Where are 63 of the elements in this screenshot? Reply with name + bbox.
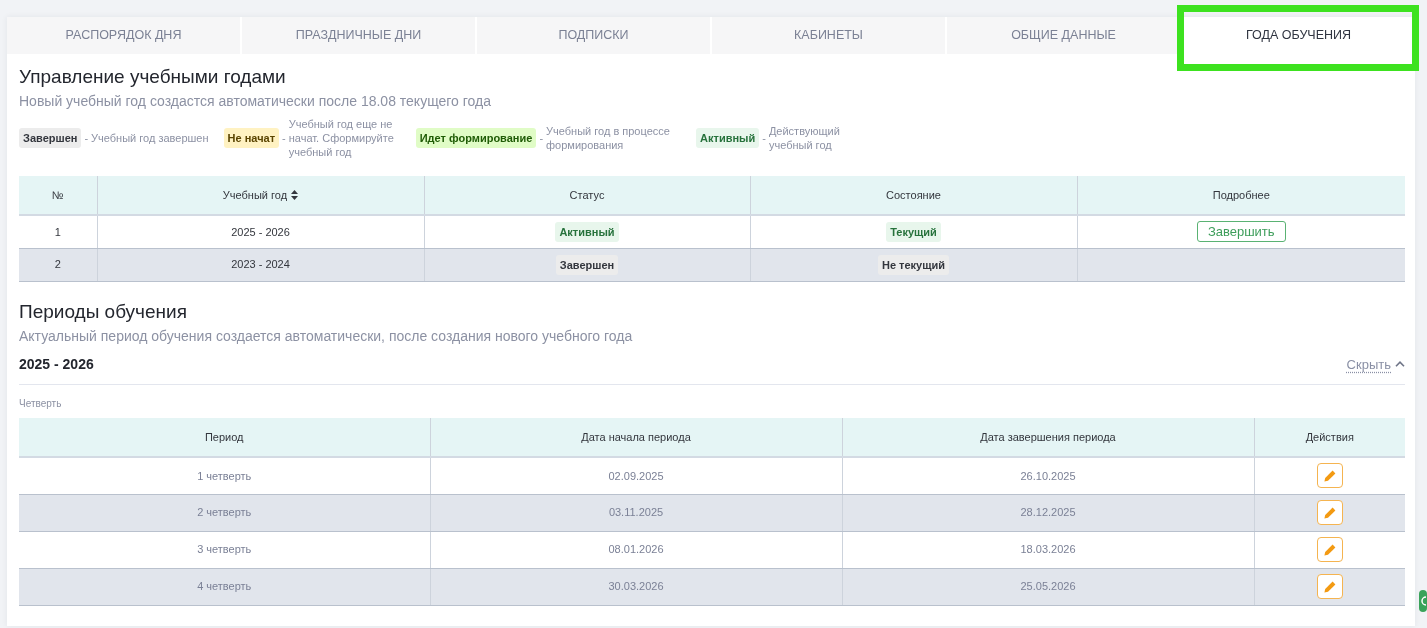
table-cell: 08.01.2026 xyxy=(430,531,842,568)
table-cell: 2025 - 2026 xyxy=(97,215,424,248)
status-tag: Не текущий xyxy=(877,254,950,275)
legend-dash: - xyxy=(282,131,286,145)
legend-dash: - xyxy=(762,131,766,145)
edit-button[interactable] xyxy=(1316,537,1343,562)
status-tag: Идет формирование xyxy=(415,128,537,148)
column-header: Состояние xyxy=(750,176,1077,215)
edit-button[interactable] xyxy=(1316,463,1343,489)
table-cell: 2 четверть xyxy=(19,494,430,531)
tab[interactable]: ОБЩИЕ ДАННЫЕ xyxy=(947,17,1180,54)
table-cell: 1 xyxy=(19,215,97,248)
column-header: Дата начала периода xyxy=(430,418,842,457)
tab[interactable]: КАБИНЕТЫ xyxy=(712,17,945,54)
pencil-icon xyxy=(1323,506,1336,519)
section-title: Управление учебными годами xyxy=(19,65,287,89)
status-tag: Завершен xyxy=(19,128,82,148)
year-heading: 2025 - 2026 xyxy=(19,355,94,374)
table-cell: 2 xyxy=(19,248,97,281)
pencil-icon xyxy=(1323,580,1336,593)
tab[interactable]: ПОДПИСКИ xyxy=(477,17,710,54)
column-header: № xyxy=(19,176,97,215)
table-cell: 03.11.2025 xyxy=(430,494,842,531)
table-cell: 02.09.2025 xyxy=(430,457,842,494)
edit-button[interactable] xyxy=(1316,574,1343,599)
legend-description: Учебный год в процессе формирования xyxy=(546,124,671,152)
section-subtitle: Новый учебный год создастся автоматически после 18.08 текущего года xyxy=(19,92,492,110)
side-widget-icon[interactable] xyxy=(1419,590,1427,612)
pencil-icon xyxy=(1323,543,1336,556)
status-tag: Текущий xyxy=(886,221,941,242)
column-header: Дата завершения периода xyxy=(842,418,1254,457)
edit-button[interactable] xyxy=(1316,500,1343,525)
column-header[interactable]: Учебный год xyxy=(97,176,424,215)
column-header: Действия xyxy=(1254,418,1405,457)
table-cell: 18.03.2026 xyxy=(842,531,1254,568)
finish-button[interactable]: Завершить xyxy=(1196,221,1286,243)
section-title: Периоды обучения xyxy=(19,299,188,324)
legend-description: Действующий учебный год xyxy=(768,124,841,152)
table-cell: 26.10.2025 xyxy=(842,457,1254,494)
table-cell: 30.03.2026 xyxy=(430,568,842,605)
table-cell: 3 четверть xyxy=(19,531,430,568)
table-cell: 25.05.2026 xyxy=(842,568,1254,605)
status-tag: Завершен xyxy=(555,254,619,275)
legend-dash: - xyxy=(84,131,89,145)
pencil-icon xyxy=(1323,469,1336,482)
legend-description: Учебный год завершен xyxy=(91,131,209,145)
column-header: Статус xyxy=(424,176,750,215)
column-header: Подробнее xyxy=(1077,176,1405,215)
legend-dash: - xyxy=(539,131,544,145)
tab[interactable]: РАСПОРЯДОК ДНЯ xyxy=(7,17,240,54)
section-subtitle: Актуальный период обучения создается автоматически, после создания нового учебного года xyxy=(19,326,634,345)
column-header: Период xyxy=(19,418,430,457)
table-cell: 1 четверть xyxy=(19,457,430,494)
table-cell: 2023 - 2024 xyxy=(97,248,424,281)
group-label: Четверть xyxy=(19,398,63,410)
table-cell: 28.12.2025 xyxy=(842,494,1254,531)
status-tag: Не начат xyxy=(223,128,280,148)
legend-description: Учебный год еще не начат. Сформируйте учебный год xyxy=(288,117,395,159)
tab[interactable]: ПРАЗДНИЧНЫЕ ДНИ xyxy=(242,17,475,54)
status-tag: Активный xyxy=(555,221,619,242)
table-cell: 4 четверть xyxy=(19,568,430,605)
hide-link[interactable]: Скрыть xyxy=(1346,354,1405,374)
status-tag: Активный xyxy=(696,128,760,148)
